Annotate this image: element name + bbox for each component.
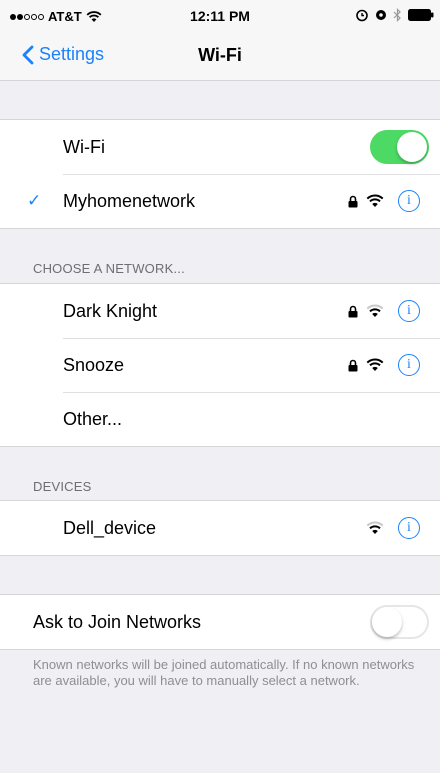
ask-to-join-row: Ask to Join Networks (0, 595, 440, 649)
network-accessories: i (340, 354, 420, 376)
info-icon[interactable]: i (398, 517, 420, 539)
network-row-snooze[interactable]: Snooze i (0, 338, 440, 392)
top-bar: AT&T 12:11 PM Settings Wi-Fi (0, 0, 440, 81)
wifi-main-group: Wi-Fi ✓ Myhomenetwork i (0, 119, 440, 229)
choose-network-group: Dark Knight i Snooze i Other... (0, 283, 440, 447)
wifi-toggle-label: Wi-Fi (63, 136, 105, 157)
navigation-bar: Settings Wi-Fi (0, 32, 440, 80)
battery-icon (408, 9, 434, 21)
devices-header: DEVICES (33, 479, 92, 494)
toggle-knob (372, 607, 402, 637)
network-name: Snooze (63, 354, 125, 375)
wifi-icon (366, 194, 384, 207)
ask-to-join-footer: Known networks will be joined automatica… (33, 657, 415, 688)
checkmark-icon: ✓ (27, 191, 42, 210)
wifi-icon (366, 304, 384, 317)
alarm-icon (356, 9, 368, 22)
lock-icon (348, 195, 358, 207)
ask-to-join-label: Ask to Join Networks (33, 611, 202, 632)
lock-icon (348, 305, 358, 317)
status-right (349, 8, 434, 22)
connected-network-row[interactable]: ✓ Myhomenetwork i (0, 174, 440, 228)
device-accessories: i (358, 517, 420, 539)
wifi-toggle-switch[interactable] (370, 130, 429, 164)
wifi-toggle-row: Wi-Fi (0, 120, 440, 174)
network-accessories: i (340, 190, 420, 212)
wifi-icon (366, 521, 384, 534)
other-network-row[interactable]: Other... (0, 392, 440, 446)
ask-to-join-group: Ask to Join Networks (0, 594, 440, 650)
location-icon (376, 10, 386, 20)
ask-to-join-toggle[interactable] (370, 605, 429, 639)
device-name: Dell_device (63, 517, 157, 538)
info-icon[interactable]: i (398, 300, 420, 322)
other-network-label: Other... (63, 408, 123, 429)
bluetooth-icon (393, 8, 401, 22)
network-name: Myhomenetwork (63, 190, 196, 211)
info-icon[interactable]: i (398, 190, 420, 212)
network-name: Dark Knight (63, 300, 158, 321)
info-icon[interactable]: i (398, 354, 420, 376)
wifi-icon (366, 358, 384, 371)
page-title: Wi-Fi (198, 45, 242, 65)
network-accessories: i (340, 300, 420, 322)
lock-icon (348, 359, 358, 371)
wifi-settings-screen: AT&T 12:11 PM Settings Wi-Fi Wi-Fi ✓ Myh… (0, 0, 440, 773)
device-row-dell[interactable]: Dell_device i (0, 501, 440, 555)
toggle-knob (397, 132, 427, 162)
devices-group: Dell_device i (0, 500, 440, 556)
status-bar: AT&T 12:11 PM (0, 0, 440, 32)
network-row-dark-knight[interactable]: Dark Knight i (0, 284, 440, 338)
choose-network-header: CHOOSE A NETWORK... (33, 261, 185, 276)
